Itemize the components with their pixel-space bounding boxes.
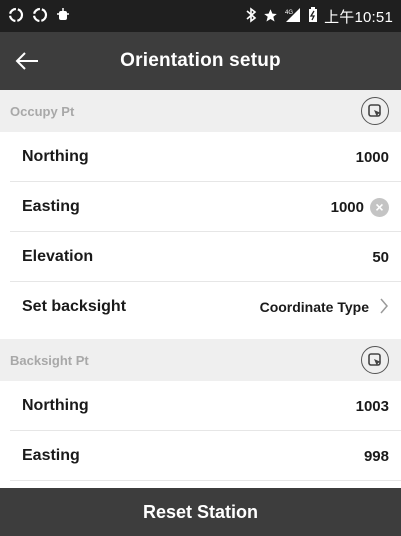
title-bar: Orientation setup — [0, 32, 401, 90]
set-backsight-label: Set backsight — [22, 298, 127, 315]
reset-station-label: Reset Station — [142, 501, 259, 522]
backsight-pt-section-header: Backsight Pt — [0, 339, 401, 381]
occupy-northing-value-wrap: 1000 — [356, 149, 389, 166]
occupy-northing-row[interactable]: Northing 1000 — [0, 132, 401, 182]
status-left-icons — [8, 7, 70, 25]
backsight-easting-row[interactable]: Easting 998 — [0, 431, 401, 481]
back-button[interactable] — [10, 44, 44, 78]
backsight-northing-label: Northing — [22, 397, 89, 414]
sync-icon — [8, 7, 24, 25]
backsight-easting-value-wrap: 998 — [364, 448, 389, 465]
android-debug-icon — [56, 7, 70, 25]
svg-text:4G: 4G — [285, 10, 293, 16]
select-point-icon — [368, 104, 381, 117]
star-icon — [263, 8, 278, 25]
status-right-icons: 4G 上午10:51 — [245, 6, 393, 27]
select-point-icon — [368, 353, 381, 366]
occupy-northing-label: Northing — [22, 148, 89, 165]
occupy-elevation-label: Elevation — [22, 248, 94, 265]
occupy-select-point-button[interactable] — [361, 97, 389, 125]
status-bar: 4G 上午10:51 — [0, 0, 401, 32]
backsight-easting-label: Easting — [22, 447, 80, 464]
occupy-elevation-row[interactable]: Elevation 50 — [0, 232, 401, 282]
set-backsight-row[interactable]: Set backsight Coordinate Type — [0, 282, 401, 332]
occupy-easting-label: Easting — [22, 198, 80, 215]
status-time: 上午10:51 — [324, 8, 393, 26]
occupy-northing-input[interactable]: 1000 — [356, 149, 389, 166]
sync-icon — [32, 7, 48, 25]
clear-icon[interactable]: × — [370, 197, 389, 217]
backsight-select-point-button[interactable] — [361, 346, 389, 374]
occupy-pt-section-header: Occupy Pt — [0, 90, 401, 132]
occupy-elevation-value-wrap: 50 — [372, 249, 389, 266]
occupy-easting-input[interactable]: 1000 — [331, 199, 364, 216]
signal-4g-icon: 4G — [284, 7, 302, 25]
backsight-northing-row[interactable]: Northing 1003 — [0, 381, 401, 431]
backsight-easting-input[interactable]: 998 — [364, 448, 389, 465]
backsight-pt-label: Backsight Pt — [10, 352, 89, 368]
occupy-easting-row[interactable]: Easting 1000 × — [0, 182, 401, 232]
backsight-northing-input[interactable]: 1003 — [356, 398, 389, 415]
chevron-right-icon — [379, 297, 389, 318]
bluetooth-icon — [245, 7, 257, 25]
set-backsight-value: Coordinate Type — [259, 299, 369, 315]
occupy-pt-label: Occupy Pt — [10, 103, 75, 119]
battery-icon — [308, 7, 318, 25]
page-title: Orientation setup — [120, 50, 281, 71]
occupy-elevation-input[interactable]: 50 — [372, 249, 389, 266]
arrow-left-icon — [15, 52, 38, 70]
reset-station-button[interactable]: Reset Station — [0, 488, 401, 536]
occupy-easting-value-wrap: 1000 × — [331, 197, 389, 217]
set-backsight-value-wrap: Coordinate Type — [260, 297, 389, 318]
backsight-northing-value-wrap: 1003 — [356, 398, 389, 415]
